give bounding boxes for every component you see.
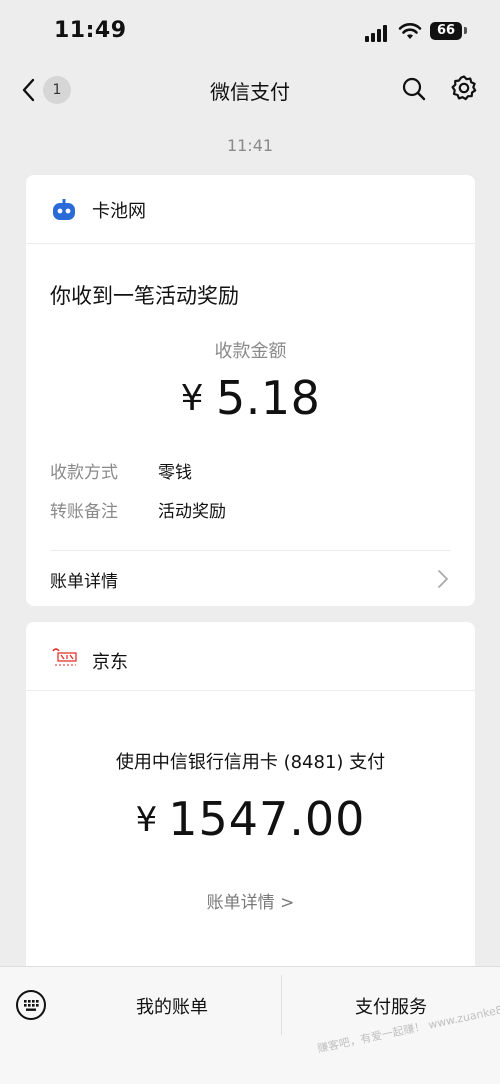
gear-icon[interactable] [450,74,478,102]
bill-details-link[interactable]: 账单详情 [50,567,118,592]
cellular-signal-icon [365,24,391,42]
merchant-name[interactable]: 卡池网 [92,197,146,223]
card-header: 卡池网 [26,175,475,244]
status-time: 11:49 [54,18,127,43]
nav-bar: 1 微信支付 [0,62,500,118]
battery-cap [464,27,467,34]
detail-value-remark: 活动奖励 [158,502,226,522]
detail-label-remark: 转账备注 [50,502,118,522]
currency-symbol: ¥ [135,800,159,840]
payment-notification-card[interactable]: 京东 使用中信银行信用卡 (8481) 支付 ¥1547.00 账单详情 > 收… [26,622,475,982]
jd-logo-icon [52,648,77,666]
notification-headline: 你收到一笔活动奖励 [50,284,239,308]
card-header: 京东 [26,622,475,691]
wifi-icon [398,23,422,39]
menu-separator [281,975,282,1035]
amount-value: 5.18 [215,371,321,425]
reward-notification-card[interactable]: 卡池网 你收到一笔活动奖励 收款金额 ¥5.18 收款方式 零钱 转账备注 活动… [26,175,475,606]
search-icon[interactable] [401,76,427,102]
paid-amount: ¥1547.00 [26,792,475,846]
merchant-logo-icon [53,199,75,220]
message-timestamp: 11:41 [226,136,274,155]
battery-indicator: 66 [430,22,462,40]
divider [50,550,451,551]
merchant-name[interactable]: 京东 [92,648,128,674]
keyboard-icon[interactable] [15,989,47,1021]
status-bar: 11:49 66 [0,0,500,62]
currency-symbol: ¥ [180,378,204,419]
pay-services-menu[interactable]: 支付服务 [355,993,427,1019]
payment-method: 使用中信银行信用卡 (8481) 支付 [115,752,386,773]
amount-caption: 收款金额 [214,341,287,362]
my-bills-menu[interactable]: 我的账单 [136,993,208,1019]
chevron-right-icon[interactable] [437,569,449,589]
detail-value-method: 零钱 [158,463,192,483]
amount-value: 1547.00 [168,792,366,846]
bill-details-link[interactable]: 账单详情 > [26,888,475,913]
received-amount: ¥5.18 [26,371,475,425]
detail-label-method: 收款方式 [50,463,118,483]
